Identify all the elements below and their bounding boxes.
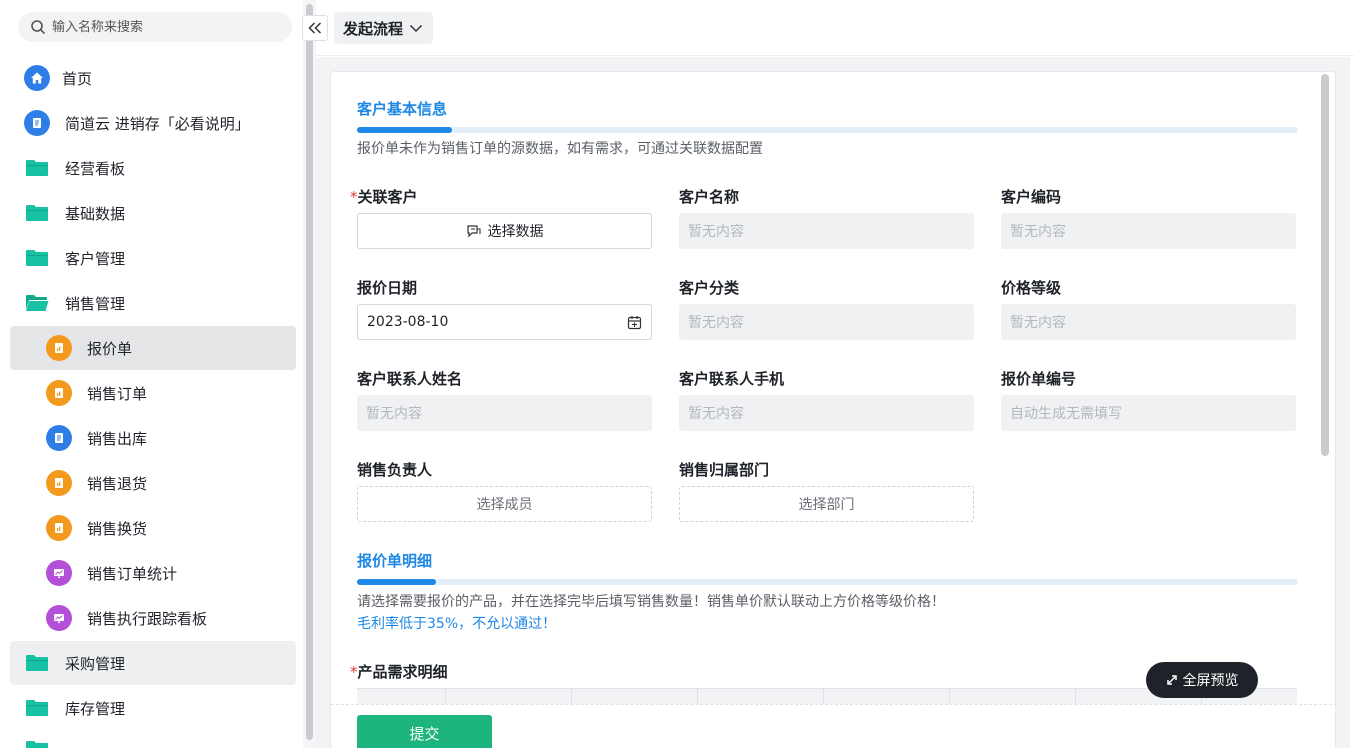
document-icon	[24, 110, 50, 136]
search-icon	[31, 20, 46, 35]
collapse-sidebar-button[interactable]	[302, 15, 328, 41]
submit-button[interactable]: 提交	[357, 715, 492, 748]
sidebar-item-label: 经营看板	[65, 159, 126, 178]
expand-icon	[1166, 675, 1177, 685]
sidebar-item-sales[interactable]: 销售管理	[10, 281, 296, 325]
form-footer: 提交	[331, 704, 1335, 748]
field-label-sales-dept: 销售归属部门	[679, 461, 770, 479]
sidebar-item-basic-data[interactable]: 基础数据	[10, 191, 296, 235]
form-card: 客户基本信息 报价单未作为销售订单的源数据，如有需求，可通过关联数据配置 *关联…	[330, 71, 1336, 748]
sidebar-item-customers[interactable]: 客户管理	[10, 236, 296, 280]
section-divider	[357, 579, 1298, 585]
sidebar-item-label: 销售换货	[87, 519, 148, 538]
price-level-field: 暂无内容	[1001, 304, 1296, 340]
folder-icon	[26, 655, 48, 671]
customer-code-field: 暂无内容	[1001, 213, 1296, 249]
field-label-contact-phone: 客户联系人手机	[679, 370, 785, 388]
home-icon	[24, 65, 50, 91]
start-flow-dropdown[interactable]: 发起流程	[334, 12, 434, 44]
contact-name-field: 暂无内容	[357, 395, 652, 431]
calendar-icon[interactable]	[627, 315, 642, 330]
quote-number-field: 自动生成无需填写	[1001, 395, 1296, 431]
field-label-quote-date: 报价日期	[357, 279, 418, 297]
customer-name-field: 暂无内容	[679, 213, 974, 249]
sidebar-item-purchasing[interactable]: 采购管理	[10, 641, 296, 685]
form-icon	[46, 515, 72, 541]
sidebar-item-label: 客户管理	[65, 249, 126, 268]
field-label-price-level: 价格等级	[1001, 279, 1062, 297]
field-label-sales-owner: 销售负责人	[357, 461, 433, 479]
form-scrollbar-thumb[interactable]	[1321, 74, 1329, 456]
search-input[interactable]	[52, 19, 272, 35]
start-flow-label: 发起流程	[343, 19, 404, 38]
sidebar-item-order-stats[interactable]: 销售订单统计	[10, 551, 296, 595]
section-description: 报价单未作为销售订单的源数据，如有需求，可通过关联数据配置	[357, 141, 763, 157]
form-icon	[46, 335, 72, 361]
quote-date-field[interactable]: 2023-08-10	[357, 304, 652, 340]
data-link-icon	[466, 225, 481, 238]
sidebar-item-sales-return[interactable]: 销售退货	[10, 461, 296, 505]
customer-category-field: 暂无内容	[679, 304, 974, 340]
section-divider	[357, 127, 1298, 133]
sidebar-item-home[interactable]: 首页	[10, 56, 296, 100]
section-title-customer-info: 客户基本信息	[357, 100, 448, 118]
field-label-product-detail: *产品需求明细	[350, 663, 448, 681]
margin-warning: 毛利率低于35%，不允以通过！	[357, 616, 557, 632]
field-label-linked-customer: *关联客户	[350, 188, 418, 206]
sidebar-item-label: 首页	[62, 69, 93, 88]
form-icon	[46, 470, 72, 496]
sidebar-item-sales-outbound[interactable]: 销售出库	[10, 416, 296, 460]
sidebar-item-sales-exchange[interactable]: 销售换货	[10, 506, 296, 550]
sidebar-item-label: 库存管理	[65, 699, 126, 718]
sidebar-scrollbar-thumb[interactable]	[306, 4, 313, 740]
sidebar-item-quotation[interactable]: 报价单	[10, 326, 296, 370]
top-bar: 发起流程	[302, 0, 1354, 56]
folder-icon	[26, 205, 48, 221]
select-data-button[interactable]: 选择数据	[357, 213, 652, 249]
section-title-quote-details: 报价单明细	[357, 552, 433, 570]
sidebar-item-label: 销售执行跟踪看板	[87, 609, 208, 628]
sidebar-item-label: 销售管理	[65, 294, 126, 313]
select-member-button[interactable]: 选择成员	[357, 486, 652, 522]
folder-icon	[26, 741, 48, 748]
sidebar-item-inventory[interactable]: 库存管理	[10, 686, 296, 730]
folder-icon	[26, 160, 48, 176]
sidebar-item-sales-order[interactable]: 销售订单	[10, 371, 296, 415]
select-department-button[interactable]: 选择部门	[679, 486, 974, 522]
document-icon	[46, 425, 72, 451]
sidebar-item-label: 销售退货	[87, 474, 148, 493]
folder-open-icon	[26, 295, 49, 311]
form-icon	[46, 380, 72, 406]
sidebar-item-label: 销售出库	[87, 429, 148, 448]
field-label-customer-code: 客户编码	[1001, 188, 1062, 206]
sidebar-item-label: 销售订单统计	[87, 564, 178, 583]
sidebar-item-execution-board[interactable]: 销售执行跟踪看板	[10, 596, 296, 640]
sidebar-item-label: 简道云 进销存「必看说明」	[65, 114, 250, 133]
sidebar-scrollbar[interactable]	[303, 0, 316, 748]
field-label-customer-category: 客户分类	[679, 279, 740, 297]
main-area: 客户基本信息 报价单未作为销售订单的源数据，如有需求，可通过关联数据配置 *关联…	[316, 57, 1350, 748]
sidebar-item-dashboard[interactable]: 经营看板	[10, 146, 296, 190]
section-description: 请选择需要报价的产品，并在选择完毕后填写销售数量！销售单价默认联动上方价格等级价…	[357, 594, 945, 610]
contact-phone-field: 暂无内容	[679, 395, 974, 431]
sidebar-item-label: 报价单	[87, 339, 133, 358]
dashboard-icon	[46, 605, 72, 631]
fullscreen-preview-button[interactable]: 全屏预览	[1146, 662, 1258, 698]
sidebar-item-label: 采购管理	[65, 654, 126, 673]
sidebar-item-guide[interactable]: 简道云 进销存「必看说明」	[10, 101, 296, 145]
folder-icon	[26, 250, 48, 266]
sidebar-item-label: 基础数据	[65, 204, 126, 223]
dashboard-icon	[46, 560, 72, 586]
chevron-down-icon	[409, 24, 423, 32]
folder-icon	[26, 700, 48, 716]
field-label-contact-name: 客户联系人姓名	[357, 370, 463, 388]
double-chevron-left-icon	[308, 22, 322, 34]
sidebar: 首页 简道云 进销存「必看说明」 经营看板 基础数据 客户管理 销售管理 报价单	[0, 0, 316, 748]
search-box[interactable]	[18, 12, 292, 42]
sidebar-item-label: 销售订单	[87, 384, 148, 403]
field-label-quote-number: 报价单编号	[1001, 370, 1077, 388]
field-label-customer-name: 客户名称	[679, 188, 740, 206]
